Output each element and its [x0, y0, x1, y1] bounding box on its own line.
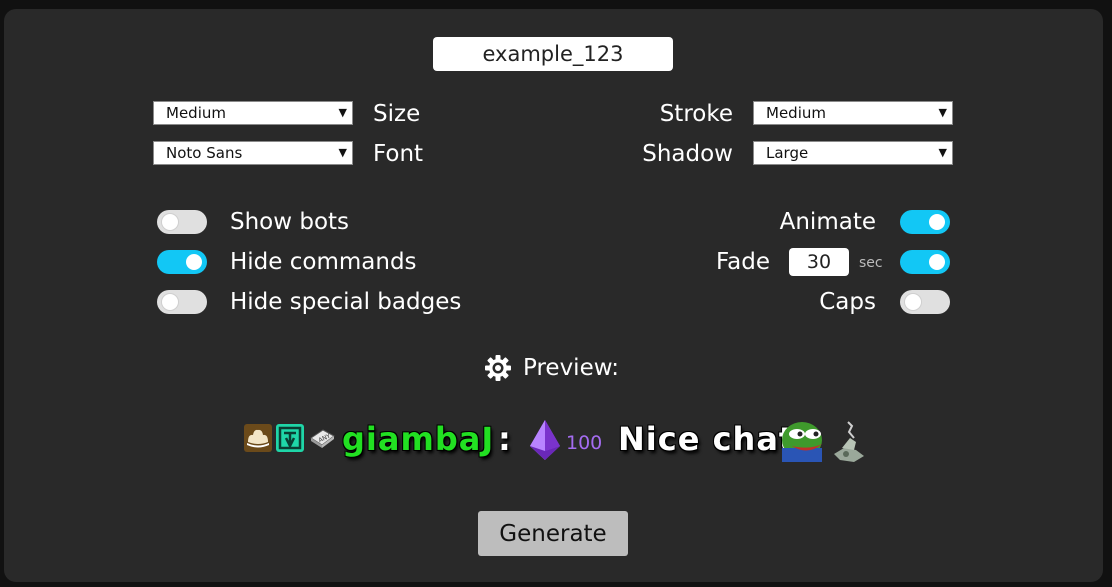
hide-commands-toggle[interactable] — [157, 250, 207, 274]
font-select-value: Noto Sans — [166, 144, 243, 162]
cowboy-badge-icon — [244, 424, 272, 452]
size-select[interactable]: Medium ▼ — [153, 101, 353, 125]
show-bots-label: Show bots — [230, 209, 350, 235]
fade-unit-label: sec — [859, 255, 883, 271]
pepe-emote-icon — [780, 418, 826, 462]
font-select[interactable]: Noto Sans ▼ — [153, 141, 353, 165]
preview-label: Preview: — [523, 355, 620, 381]
chevron-down-icon: ▼ — [938, 146, 947, 159]
toggle-knob — [162, 294, 178, 310]
size-label: Size — [373, 101, 421, 127]
chevron-down-icon: ▼ — [338, 106, 347, 119]
toggle-knob — [905, 294, 921, 310]
hide-commands-label: Hide commands — [230, 249, 417, 275]
caps-label: Caps — [819, 289, 876, 315]
preview-separator: : — [498, 420, 511, 458]
chevron-down-icon: ▼ — [938, 106, 947, 119]
show-bots-toggle[interactable] — [157, 210, 207, 234]
toggle-knob — [162, 214, 178, 230]
shadow-label: Shadow — [642, 141, 733, 167]
toggle-knob — [929, 214, 945, 230]
stroke-select[interactable]: Medium ▼ — [753, 101, 953, 125]
toggle-knob — [929, 254, 945, 270]
bits-gem-icon — [528, 419, 562, 461]
caps-toggle[interactable] — [900, 290, 950, 314]
fade-toggle[interactable] — [900, 250, 950, 274]
fade-label: Fade — [716, 249, 770, 275]
hide-special-badges-toggle[interactable] — [157, 290, 207, 314]
font-label: Font — [373, 141, 424, 167]
hide-special-badges-label: Hide special badges — [230, 289, 462, 315]
robot-emote-icon — [828, 418, 870, 464]
toggle-knob — [186, 254, 202, 270]
shadow-select[interactable]: Large ▼ — [753, 141, 953, 165]
keyboard-badge-icon: ANY — [308, 424, 336, 452]
preview-username: giambaJ — [342, 420, 495, 458]
shadow-select-value: Large — [766, 144, 809, 162]
chevron-down-icon: ▼ — [338, 146, 347, 159]
channel-input[interactable] — [433, 37, 673, 71]
preview-bits-count: 100 — [566, 432, 603, 454]
animate-toggle[interactable] — [900, 210, 950, 234]
animate-label: Animate — [779, 209, 876, 235]
preview-message: Nice chat — [618, 420, 796, 458]
fade-seconds-input[interactable]: 30 — [789, 248, 849, 276]
stroke-select-value: Medium — [766, 104, 826, 122]
preview-settings-icon[interactable] — [484, 354, 512, 384]
stroke-label: Stroke — [659, 101, 733, 127]
generate-button[interactable]: Generate — [478, 511, 628, 556]
size-select-value: Medium — [166, 104, 226, 122]
vip-badge-icon — [276, 424, 304, 452]
